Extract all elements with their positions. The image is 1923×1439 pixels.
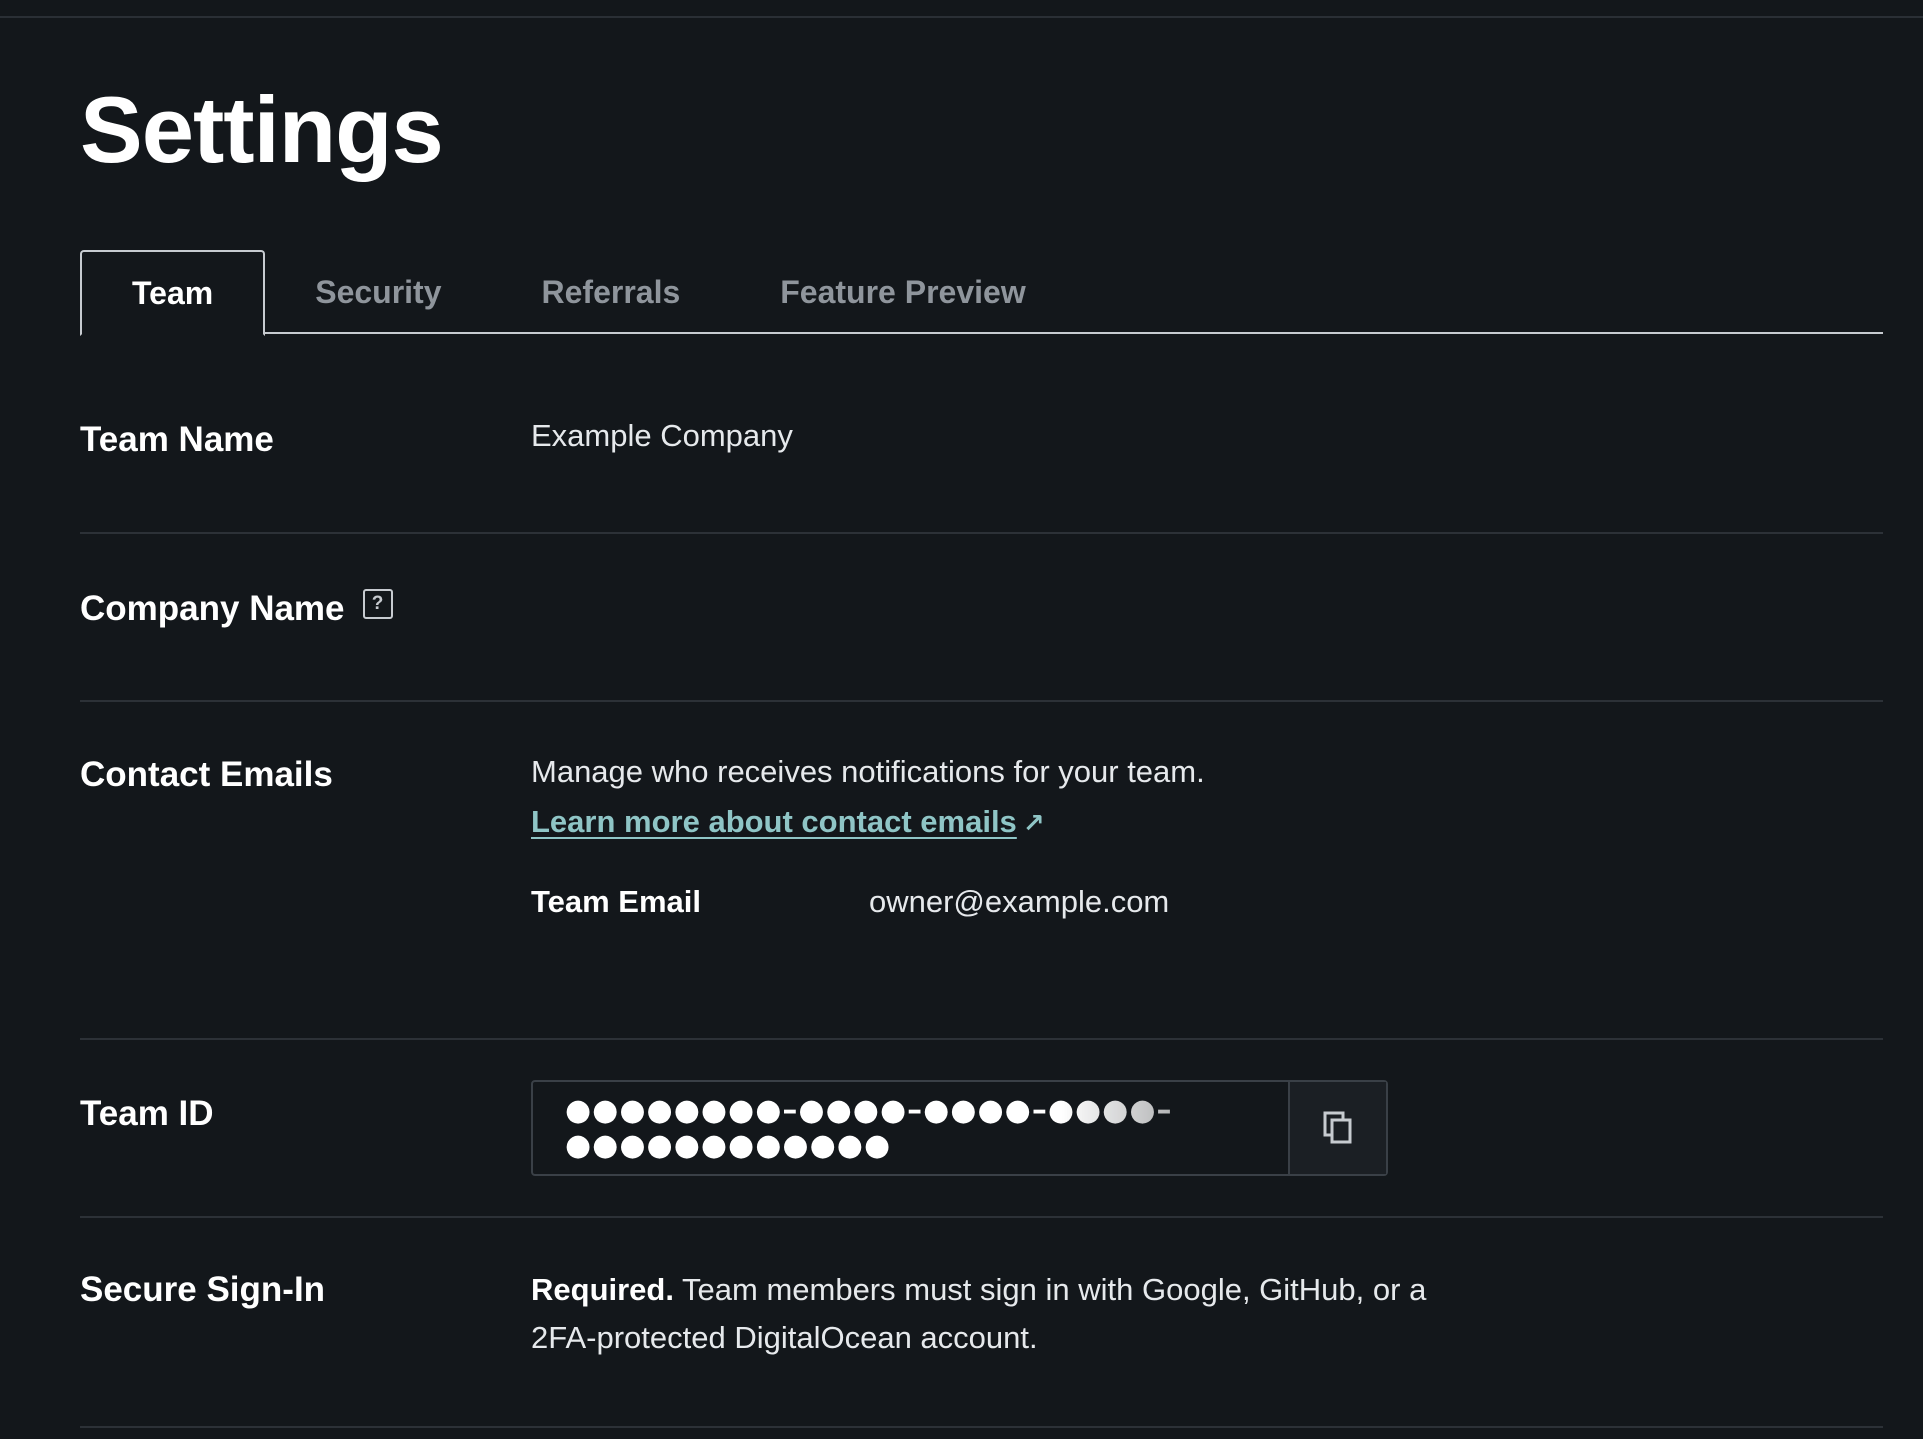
secure-sign-in-status: Required. <box>531 1272 674 1307</box>
contact-emails-content: Manage who receives notifications for yo… <box>531 747 1205 848</box>
question-icon[interactable]: ? <box>362 589 393 619</box>
contact-emails-label: Contact Emails <box>80 755 333 794</box>
tab-feature-preview[interactable]: Feature Preview <box>730 250 1075 334</box>
page-title: Settings <box>80 77 444 182</box>
learn-more-contact-emails-link[interactable]: Learn more about contact emails <box>531 804 1017 839</box>
tab-security[interactable]: Security <box>265 250 491 334</box>
secure-sign-in-description: Required. Team members must sign in with… <box>531 1266 1431 1362</box>
secure-sign-in-row: Secure Sign-In Required. Team members mu… <box>80 1218 1883 1428</box>
tab-referrals[interactable]: Referrals <box>492 250 731 334</box>
team-id-label: Team ID <box>80 1094 214 1133</box>
team-name-label: Team Name <box>80 420 274 459</box>
contact-emails-description: Manage who receives notifications for yo… <box>531 754 1205 789</box>
contact-emails-link-line: Learn more about contact emails ↗ <box>531 797 1205 848</box>
team-id-masked-value[interactable]: ●●●●●●●●–●●●●–●●●●–●●●●–●●●●●●●●●●●● <box>533 1082 1288 1174</box>
top-divider <box>0 16 1923 18</box>
team-name-row: Team Name Example Company <box>80 334 1883 534</box>
team-name-value: Example Company <box>531 418 793 453</box>
contact-emails-row: Contact Emails Manage who receives notif… <box>80 702 1883 1040</box>
copy-team-id-button[interactable] <box>1288 1082 1386 1174</box>
company-name-row: Company Name ? <box>80 534 1883 702</box>
settings-tabs: Team Security Referrals Feature Preview <box>80 250 1883 336</box>
team-email-value: owner@example.com <box>869 884 1170 919</box>
tab-team[interactable]: Team <box>80 250 266 336</box>
team-email-label: Team Email <box>531 884 702 919</box>
copy-icon <box>1323 1111 1352 1144</box>
company-name-label: Company Name ? <box>80 589 393 629</box>
secure-sign-in-label: Secure Sign-In <box>80 1270 326 1309</box>
external-arrow-icon: ↗ <box>1022 808 1045 838</box>
team-id-field: ●●●●●●●●–●●●●–●●●●–●●●●–●●●●●●●●●●●● <box>531 1080 1388 1176</box>
team-id-row: Team ID ●●●●●●●●–●●●●–●●●●–●●●●–●●●●●●●●… <box>80 1040 1883 1218</box>
